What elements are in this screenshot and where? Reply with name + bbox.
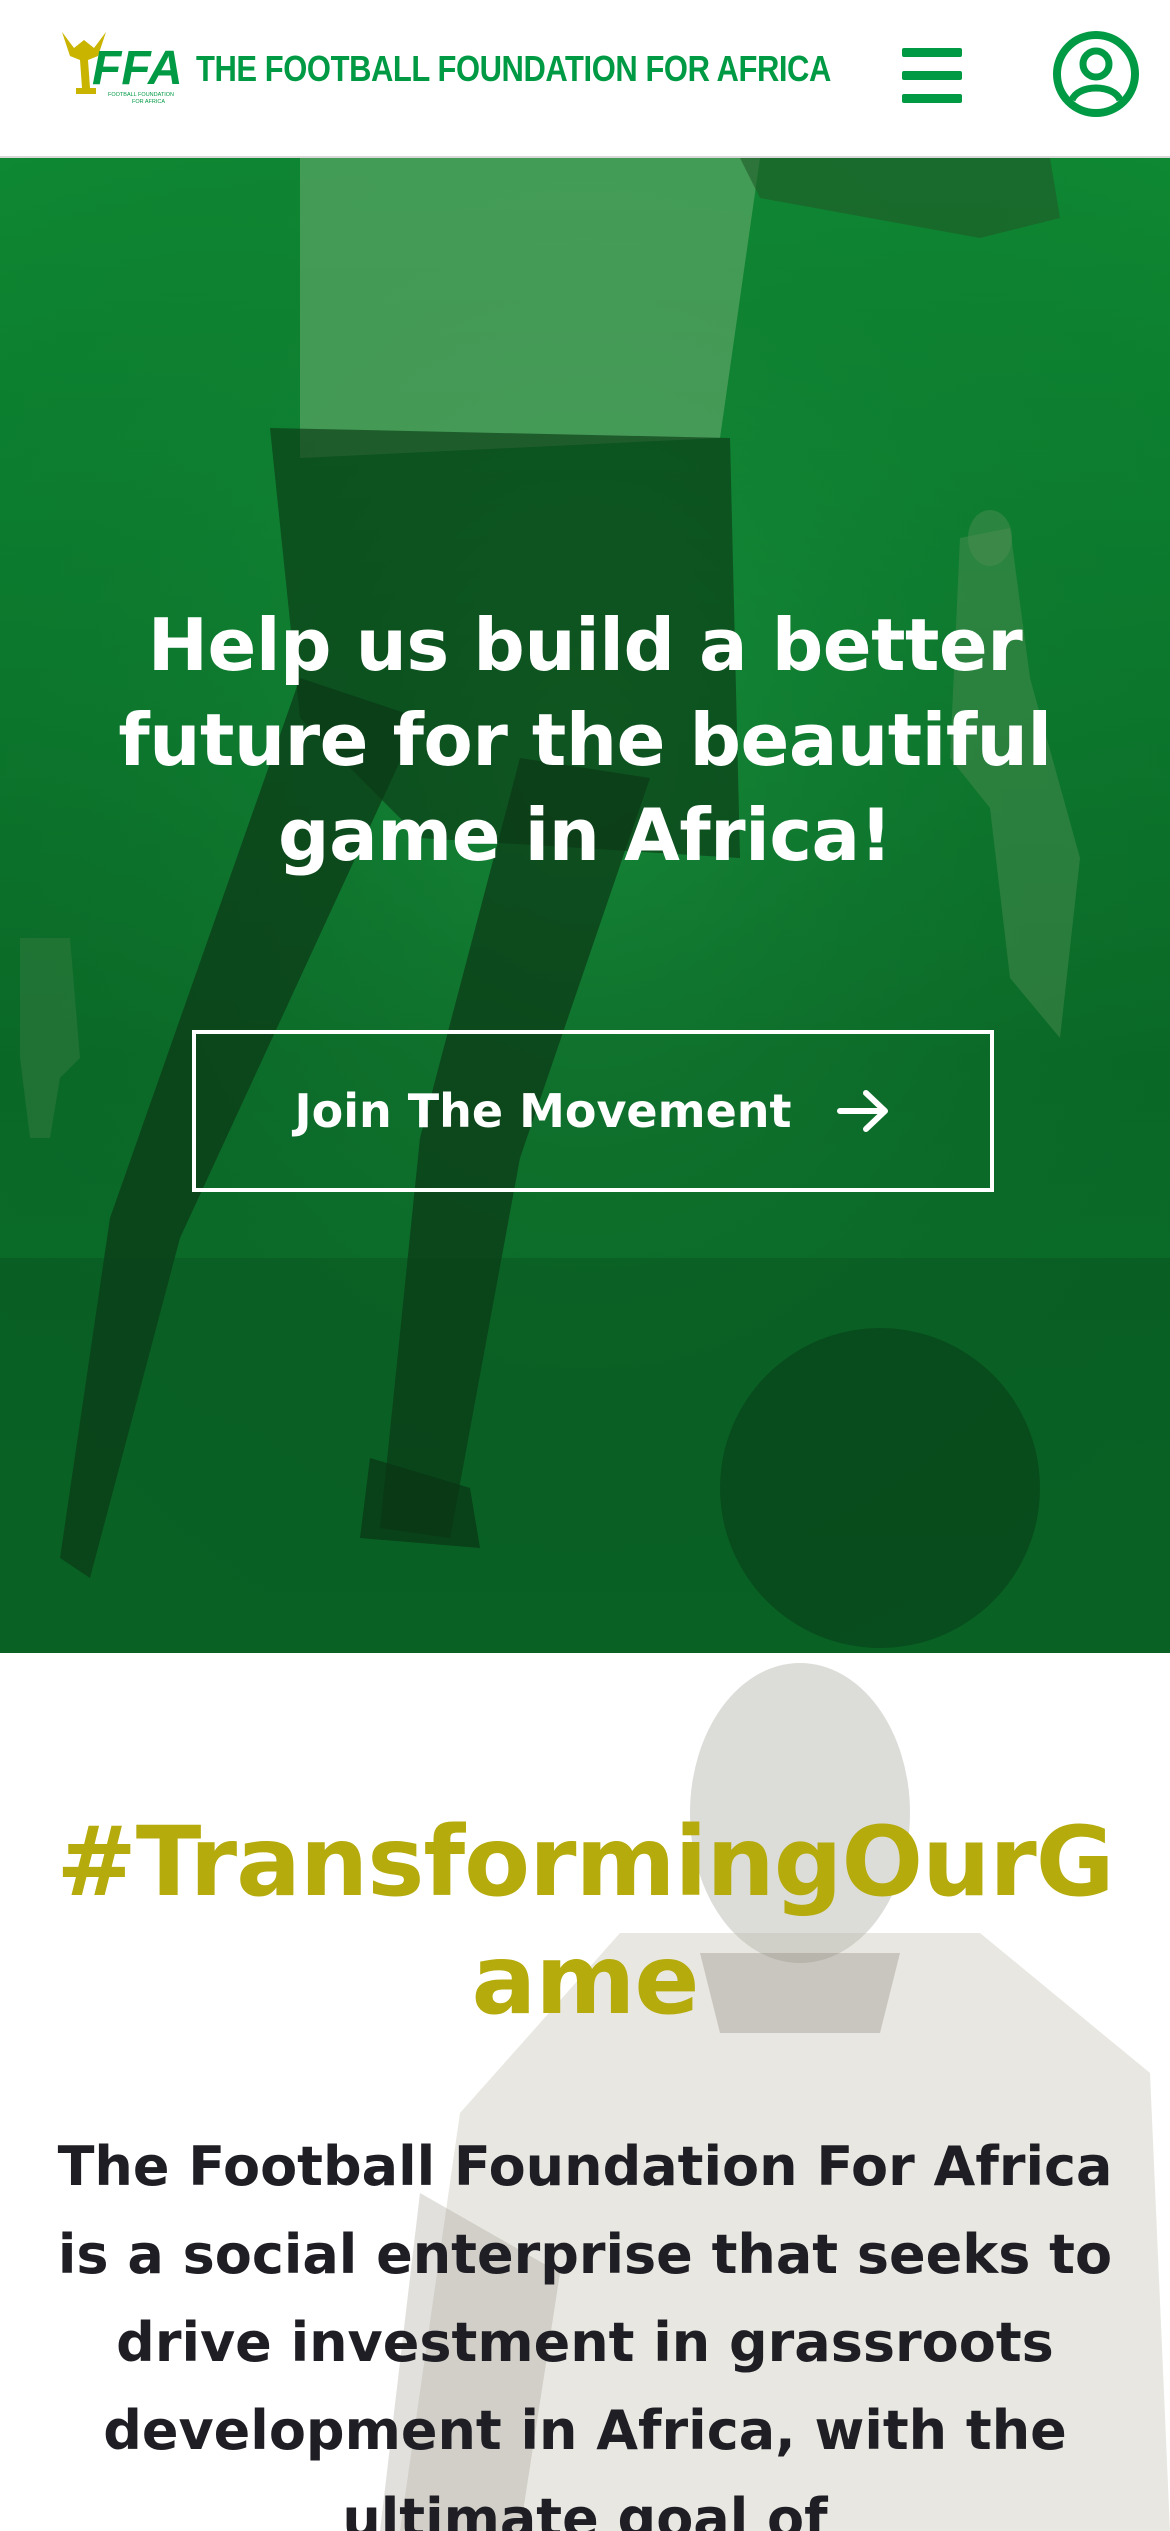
mission-section: #TransformingOurGame The Football Founda… [0, 1653, 1170, 2531]
hamburger-menu-icon[interactable] [896, 44, 968, 106]
user-account-icon[interactable] [1052, 30, 1140, 118]
site-header: FFA FOOTBALL FOUNDATION FOR AFRICA THE F… [0, 0, 1170, 158]
hero-background-image [0, 158, 1170, 1653]
arrow-right-icon [836, 1090, 888, 1132]
hero-section: Help us build a better future for the be… [0, 158, 1170, 1653]
mission-statement: The Football Foundation For Africa is a … [57, 2135, 1113, 2531]
brand-name[interactable]: THE FOOTBALL FOUNDATION FOR AFRICA [196, 48, 831, 90]
join-movement-label: Join The Movement [294, 1084, 792, 1138]
svg-text:FOR AFRICA: FOR AFRICA [132, 99, 165, 105]
hero-title: Help us build a better future for the be… [118, 603, 1052, 877]
hashtag-heading: #TransformingOurGame [56, 1806, 1114, 2036]
ffa-logo[interactable]: FFA FOOTBALL FOUNDATION FOR AFRICA [52, 26, 187, 106]
logo-subtext: FOOTBALL FOUNDATION [108, 92, 174, 98]
join-movement-button[interactable]: Join The Movement [192, 1030, 994, 1192]
svg-text:FFA: FFA [92, 42, 183, 95]
